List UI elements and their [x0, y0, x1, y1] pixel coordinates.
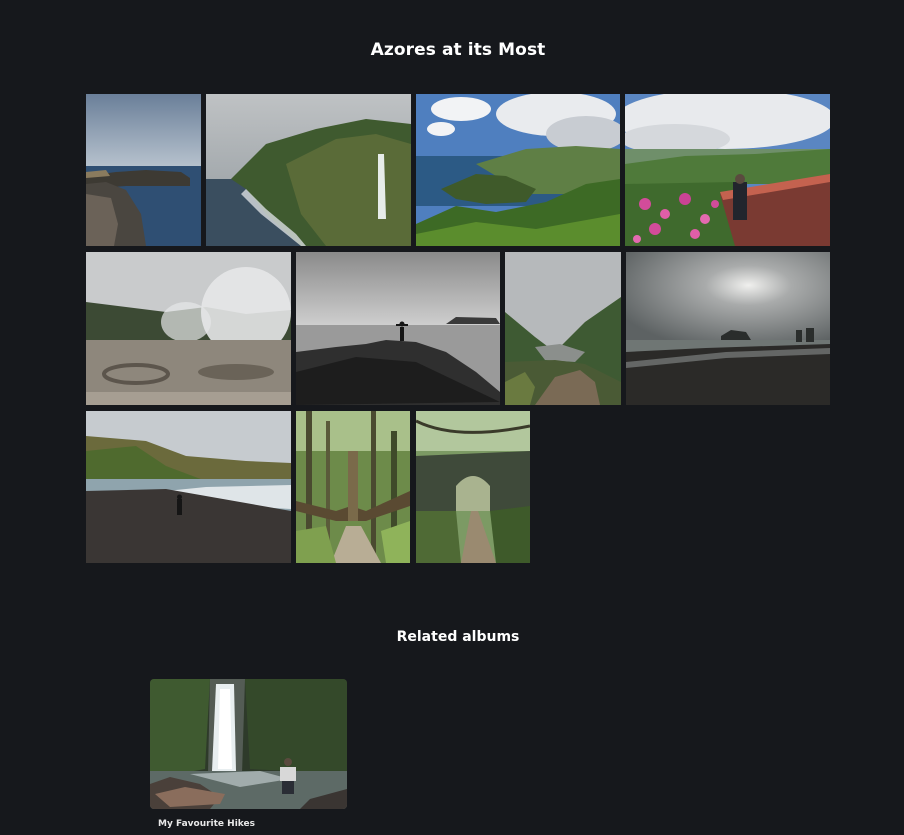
photo-stone-arch-bridge[interactable] — [416, 411, 530, 563]
photo-green-bay-view[interactable] — [416, 94, 620, 246]
related-albums-heading: Related albums — [396, 629, 520, 645]
photo-coastal-cliffs-sea[interactable] — [86, 94, 201, 246]
related-album-title[interactable]: My Favourite Hikes — [158, 819, 255, 829]
photo-waterfall-cliff[interactable] — [206, 94, 411, 246]
photo-forest-stairs[interactable] — [296, 411, 410, 563]
related-album-thumbnail[interactable] — [150, 679, 347, 809]
album-page: Azores at its Most Related albums My Fav… — [0, 0, 904, 835]
related-album-card[interactable]: My Favourite Hikes — [150, 679, 347, 829]
photo-black-sand-sunset[interactable] — [626, 252, 830, 405]
photo-man-on-rock-bw[interactable] — [296, 252, 500, 405]
photo-viewpoint-flowers[interactable] — [625, 94, 830, 246]
photo-black-sand-beach-person[interactable] — [86, 411, 291, 563]
photo-valley-path[interactable] — [505, 252, 621, 405]
album-title: Azores at its Most — [370, 40, 546, 60]
photo-steaming-fumaroles[interactable] — [86, 252, 291, 405]
